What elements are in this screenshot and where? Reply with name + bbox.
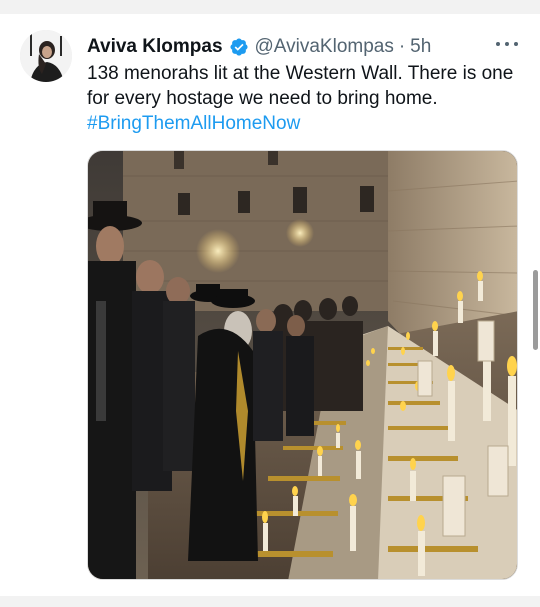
tweet-card[interactable]: Aviva Klompas @AvivaKlompas · 5h 138 men…: [0, 14, 540, 596]
western-wall-menorahs-photo: [88, 151, 517, 579]
tweet-photo[interactable]: [87, 150, 518, 580]
display-name[interactable]: Aviva Klompas: [87, 36, 223, 58]
tweet-text-line: for every hostage we need to bring home.: [87, 88, 438, 109]
separator-dot: ·: [398, 36, 406, 57]
verified-badge-icon: [229, 38, 248, 56]
handle[interactable]: @AvivaKlompas: [255, 36, 394, 58]
avatar[interactable]: [20, 30, 72, 82]
hashtag-link[interactable]: #BringThemAllHomeNow: [87, 111, 527, 136]
tweet-text-line: 138 menorahs lit at the Western Wall. Th…: [87, 63, 514, 84]
more-dot: [514, 42, 518, 46]
more-dot: [496, 42, 500, 46]
tweet-header: Aviva Klompas @AvivaKlompas · 5h: [87, 34, 431, 60]
tweet-text: 138 menorahs lit at the Western Wall. Th…: [87, 61, 527, 136]
scrollbar[interactable]: [533, 270, 538, 350]
timestamp[interactable]: 5h: [410, 36, 431, 58]
more-dot: [505, 42, 509, 46]
more-options-icon[interactable]: [496, 34, 518, 54]
